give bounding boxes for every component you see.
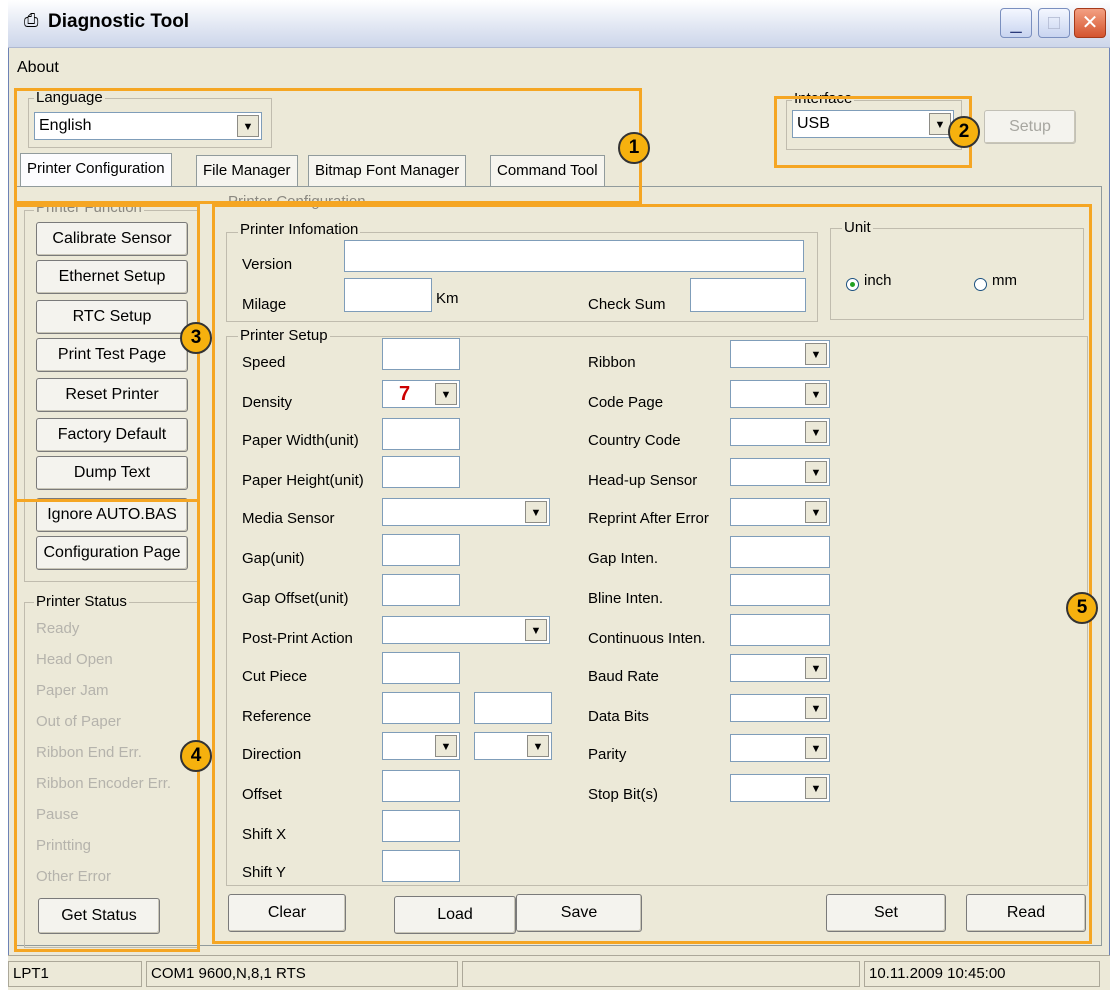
badge-5: 5 — [1066, 592, 1098, 624]
setup-button[interactable]: Setup — [984, 110, 1076, 144]
title-bar[interactable]: ⎙ Diagnostic Tool _ □ ✕ — [8, 0, 1110, 48]
badge-4: 4 — [180, 740, 212, 772]
window-title: Diagnostic Tool — [48, 11, 190, 32]
menu-about[interactable]: About — [17, 59, 59, 77]
badge-3: 3 — [180, 322, 212, 354]
highlight-region-2 — [774, 96, 972, 168]
printer-icon: ⎙ — [24, 10, 39, 30]
badge-2: 2 — [948, 116, 980, 148]
status-middle — [462, 961, 860, 987]
badge-1: 1 — [618, 132, 650, 164]
close-button[interactable]: ✕ — [1074, 8, 1106, 38]
highlight-region-5 — [212, 204, 1092, 944]
highlight-region-3 — [14, 204, 200, 502]
status-datetime: 10.11.2009 10:45:00 — [864, 961, 1100, 987]
status-port: LPT1 — [8, 961, 142, 987]
minimize-button[interactable]: _ — [1000, 8, 1032, 38]
highlight-region-1 — [14, 88, 642, 204]
highlight-region-4 — [14, 502, 200, 952]
status-com: COM1 9600,N,8,1 RTS — [146, 961, 458, 987]
status-bar: LPT1 COM1 9600,N,8,1 RTS 10.11.2009 10:4… — [8, 955, 1110, 990]
maximize-button[interactable]: □ — [1038, 8, 1070, 38]
